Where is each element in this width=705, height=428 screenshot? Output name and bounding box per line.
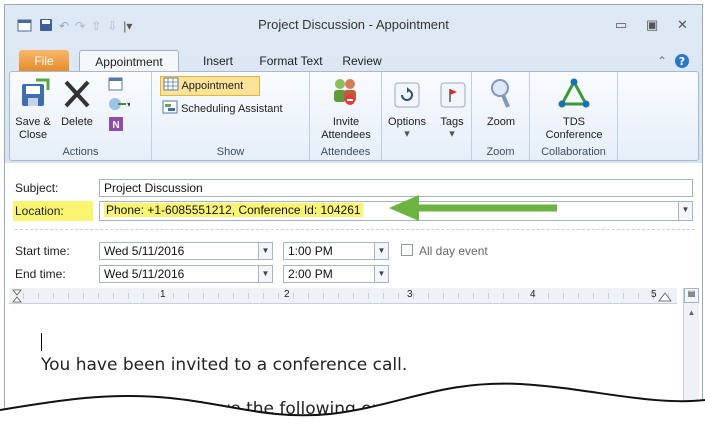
scroll-up-icon[interactable]: ▲ <box>684 308 699 320</box>
actions-group-label: Actions <box>62 146 99 158</box>
ruler-number: 3 <box>407 289 413 300</box>
invite-attendees-icon <box>330 76 360 109</box>
ribbon-tabs: File Appointment Insert Format Text Revi… <box>5 50 702 72</box>
end-date-field[interactable]: Wed 5/11/2016 <box>99 265 259 283</box>
tab-file[interactable]: File <box>19 50 69 72</box>
options-icon <box>394 82 420 111</box>
group-show: Appointment Scheduling Assistant Show <box>152 72 310 160</box>
tab-format-text[interactable]: Format Text <box>253 50 329 72</box>
zoom-button[interactable]: Zoom <box>472 116 530 129</box>
start-date-field[interactable]: Wed 5/11/2016 <box>99 242 259 260</box>
scheduling-assistant-label: Scheduling Assistant <box>181 103 283 115</box>
svg-text:▾: ▾ <box>127 100 130 109</box>
scheduling-assistant-icon <box>162 100 181 115</box>
end-date-dropdown-icon[interactable]: ▼ <box>258 265 273 283</box>
end-time-field[interactable]: 2:00 PM <box>283 265 375 283</box>
separator <box>15 229 695 230</box>
zoom-group-label: Zoom <box>486 146 515 158</box>
ruler-number: 2 <box>284 289 290 300</box>
appointment-view-button[interactable]: Appointment <box>160 76 260 96</box>
save-close-button[interactable]: Save & Close <box>12 116 54 142</box>
title-bar: ↶ ↷ ⇧ ⇩ |▾ Project Discussion - Appointm… <box>5 5 702 45</box>
all-day-label: All day event <box>419 244 488 258</box>
group-zoom: Zoom Zoom <box>472 72 530 160</box>
torn-edge <box>0 382 705 428</box>
tab-review[interactable]: Review <box>335 50 389 72</box>
calendar-small-icon[interactable] <box>108 76 124 95</box>
close-icon[interactable]: ✕ <box>677 17 688 33</box>
location-dropdown-icon[interactable]: ▼ <box>678 201 693 221</box>
appointment-view-icon <box>163 77 181 92</box>
delete-icon <box>62 78 92 113</box>
subject-label: Subject: <box>15 181 59 195</box>
tds-conference-button[interactable]: TDS Conference <box>530 116 618 142</box>
start-date-dropdown-icon[interactable]: ▼ <box>258 242 273 260</box>
window-title: Project Discussion - Appointment <box>258 17 449 32</box>
ribbon: Save & Close Delete ▾ N Actions Appoin <box>9 71 699 161</box>
collapse-ribbon-icon[interactable]: ⌃ <box>655 50 669 72</box>
tds-conference-icon <box>558 78 590 111</box>
tab-appointment[interactable]: Appointment <box>79 50 179 72</box>
svg-text:?: ? <box>679 55 685 68</box>
forward-icon[interactable]: ▾ <box>108 96 131 115</box>
invite-attendees-button[interactable]: Invite Attendees <box>310 116 382 142</box>
start-time-label: Start time: <box>15 244 70 258</box>
ruler-number: 1 <box>160 289 166 300</box>
ruler: 1 2 3 4 5 <box>9 288 677 304</box>
ruler-number: 4 <box>530 289 536 300</box>
tab-insert[interactable]: Insert <box>191 50 245 72</box>
maximize-icon[interactable]: ▣ <box>646 17 658 33</box>
help-icon[interactable]: ? <box>673 50 691 72</box>
start-time-dropdown-icon[interactable]: ▼ <box>374 242 389 260</box>
collaboration-group-label: Collaboration <box>541 146 606 158</box>
outlook-appointment-window: ↶ ↷ ⇧ ⇩ |▾ Project Discussion - Appointm… <box>4 4 703 424</box>
group-options: Options ▾ Tags ▾ <box>382 72 472 160</box>
tags-icon <box>440 82 466 111</box>
location-value: Phone: +1-6085551212, Conference Id: 104… <box>104 203 363 217</box>
all-day-checkbox[interactable] <box>401 244 413 256</box>
scheduling-assistant-button[interactable]: Scheduling Assistant <box>160 100 310 118</box>
green-arrow-icon <box>389 195 557 221</box>
end-time-dropdown-icon[interactable]: ▼ <box>374 265 389 283</box>
options-dropdown-icon[interactable]: ▾ <box>382 128 432 141</box>
appointment-view-label: Appointment <box>181 80 244 92</box>
ruler-ticks <box>12 289 672 303</box>
onenote-icon[interactable]: N <box>108 116 124 135</box>
end-time-label: End time: <box>15 267 66 281</box>
group-actions: Save & Close Delete ▾ N Actions <box>10 72 152 160</box>
tags-dropdown-icon[interactable]: ▾ <box>432 128 472 141</box>
delete-button[interactable]: Delete <box>56 116 98 129</box>
location-label: Location: <box>15 204 64 218</box>
minimize-icon[interactable]: ▭ <box>615 17 627 33</box>
text-cursor <box>41 333 42 351</box>
ruler-number: 5 <box>651 289 657 300</box>
group-collaboration: TDS Conference Collaboration <box>530 72 618 160</box>
save-close-icon <box>20 78 50 113</box>
group-attendees: Invite Attendees Attendees <box>310 72 382 160</box>
attendees-group-label: Attendees <box>320 146 371 158</box>
ruler-toggle-icon[interactable]: ▤ <box>684 288 699 303</box>
show-group-label: Show <box>216 146 245 158</box>
zoom-icon <box>488 78 514 113</box>
start-time-field[interactable]: 1:00 PM <box>283 242 375 260</box>
svg-text:N: N <box>112 120 119 131</box>
